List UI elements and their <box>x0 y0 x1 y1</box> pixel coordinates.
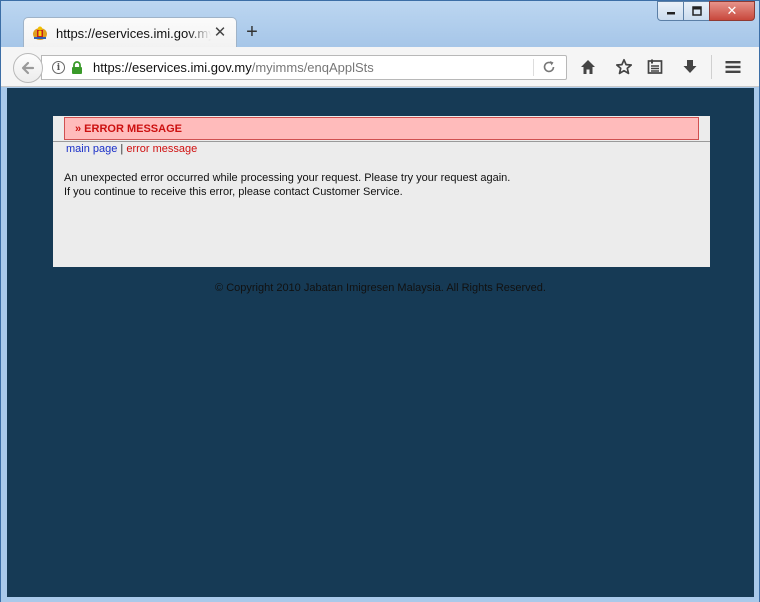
breadcrumb-current: error message <box>126 143 198 155</box>
maximize-icon <box>691 6 702 16</box>
breadcrumb-separator: | <box>117 143 127 155</box>
url-bar[interactable]: i https://eservices.imi.gov.my/myimms/en… <box>41 55 567 80</box>
menu-button[interactable] <box>722 56 744 78</box>
tab-close-icon[interactable]: ✕ <box>212 25 228 41</box>
toolbar-divider <box>711 55 712 79</box>
error-text: An unexpected error occurred while proce… <box>64 171 510 199</box>
breadcrumb-main-page-link[interactable]: main page <box>66 143 117 155</box>
error-line-1: An unexpected error occurred while proce… <box>64 172 511 184</box>
reload-icon[interactable] <box>541 60 557 76</box>
url-divider <box>533 59 534 76</box>
minimize-button[interactable] <box>657 1 684 21</box>
window-frame-bottom <box>1 597 759 602</box>
copyright-notice: © Copyright 2010 Jabatan Imigresen Malay… <box>215 282 546 294</box>
close-window-button[interactable]: ✕ <box>709 1 755 21</box>
navigation-toolbar: i https://eservices.imi.gov.my/myimms/en… <box>1 47 759 87</box>
downloads-button[interactable] <box>679 56 701 78</box>
browser-tab[interactable]: https://eservices.imi.gov.my/ ✕ <box>23 17 237 48</box>
page-content: » ERROR MESSAGE main page | error messag… <box>7 88 754 597</box>
new-tab-button[interactable]: + <box>242 21 262 43</box>
error-panel: » ERROR MESSAGE main page | error messag… <box>53 116 710 267</box>
tab-title: https://eservices.imi.gov.my/ <box>56 25 211 41</box>
back-arrow-icon <box>21 61 35 75</box>
url-path: /myimms/enqApplSts <box>251 60 374 75</box>
browser-window: https://eservices.imi.gov.my/ ✕ + ✕ i ht… <box>0 0 760 602</box>
error-banner: » ERROR MESSAGE <box>64 117 699 140</box>
maximize-button[interactable] <box>683 1 710 21</box>
url-text[interactable]: https://eservices.imi.gov.my/myimms/enqA… <box>93 60 374 75</box>
home-button[interactable] <box>577 56 599 78</box>
minimize-icon <box>666 12 675 15</box>
padlock-icon <box>71 60 83 75</box>
home-icon <box>581 60 595 74</box>
url-host: https://eservices.imi.gov.my <box>93 60 252 75</box>
breadcrumb: main page | error message <box>66 143 197 155</box>
download-icon <box>683 60 697 73</box>
bookmark-star-icon <box>615 58 633 75</box>
back-button[interactable] <box>13 53 43 83</box>
title-bar: https://eservices.imi.gov.my/ ✕ + ✕ <box>1 1 759 48</box>
error-line-2: If you continue to receive this error, p… <box>64 186 403 198</box>
site-info-icon[interactable]: i <box>52 61 65 74</box>
divider <box>53 141 710 142</box>
site-crest-icon <box>32 25 48 41</box>
bookmark-button[interactable] <box>613 56 635 78</box>
window-controls: ✕ <box>657 1 755 21</box>
reading-list-icon <box>647 59 663 74</box>
reading-list-button[interactable] <box>644 56 666 78</box>
hamburger-menu-icon <box>725 61 741 73</box>
